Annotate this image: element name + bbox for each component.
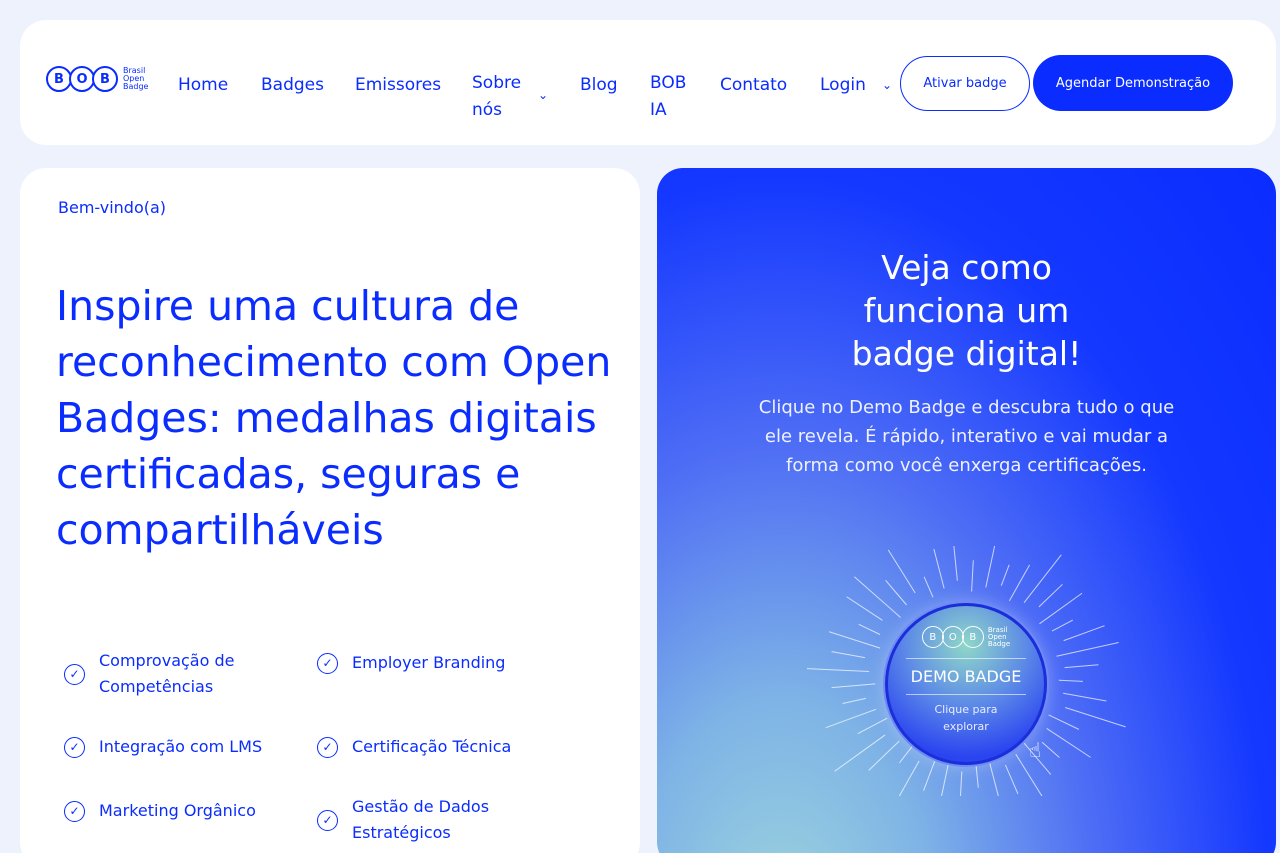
burst-ray <box>831 651 866 659</box>
burst-ray <box>971 560 974 592</box>
nav-badges[interactable]: Badges <box>261 72 324 99</box>
burst-ray <box>959 771 963 796</box>
burst-ray <box>1041 741 1060 758</box>
feature-item: ✓ Employer Branding <box>317 650 577 676</box>
burst-ray <box>807 668 870 672</box>
top-navbar: B O B Brasil Open Badge Home Badges Emis… <box>20 20 1276 145</box>
burst-ray <box>898 760 920 796</box>
burst-ray <box>923 576 934 598</box>
burst-ray <box>941 758 950 796</box>
nav-login[interactable]: Login <box>820 72 866 99</box>
feature-item: ✓ Integração com LMS <box>64 734 304 760</box>
hero-headline: Inspire uma cultura de reconhecimento co… <box>56 282 612 554</box>
feature-item: ✓ Gestão de Dados Estratégicos <box>317 794 517 846</box>
nav-emissores[interactable]: Emissores <box>355 72 441 99</box>
nav-sobre-nos[interactable]: Sobre nós <box>472 70 521 124</box>
burst-ray <box>985 546 996 588</box>
nav-home[interactable]: Home <box>178 72 228 99</box>
burst-ray <box>854 576 901 618</box>
burst-ray <box>831 683 876 689</box>
burst-ray <box>1004 764 1019 795</box>
burst-ray <box>899 744 914 764</box>
demo-badge[interactable]: B O B Brasil Open Badge DEMO BADGE Cliqu… <box>885 603 1047 765</box>
feature-item: ✓ Marketing Orgânico <box>64 798 304 824</box>
activate-badge-button[interactable]: Ativar badge <box>900 56 1030 111</box>
burst-ray <box>1056 642 1119 657</box>
badge-divider <box>906 658 1026 659</box>
burst-ray <box>1008 564 1031 602</box>
check-circle-icon: ✓ <box>317 809 338 831</box>
burst-ray <box>923 760 936 791</box>
brand-logo[interactable]: B O B Brasil Open Badge <box>46 66 148 92</box>
burst-ray <box>1051 619 1074 632</box>
schedule-demo-button[interactable]: Agendar Demonstração <box>1033 55 1233 111</box>
check-circle-icon: ✓ <box>64 663 85 685</box>
burst-ray <box>846 596 883 621</box>
burst-ray <box>887 549 916 594</box>
feature-item: ✓ Comprovação de Competências <box>64 648 274 700</box>
check-circle-icon: ✓ <box>64 800 85 822</box>
burst-ray <box>1065 707 1126 728</box>
burst-ray <box>1048 714 1080 730</box>
burst-ray <box>885 580 907 606</box>
demo-subtitle: Clique no Demo Badge e descubra tudo o q… <box>758 397 1175 476</box>
check-circle-icon: ✓ <box>317 736 338 758</box>
logo-letter-b2: B <box>92 66 118 92</box>
demo-card: Veja como funciona um badge digital! Cli… <box>657 168 1276 853</box>
badge-title: DEMO BADGE <box>910 667 1022 686</box>
burst-ray <box>933 548 945 589</box>
welcome-label: Bem-vindo(a) <box>58 198 167 217</box>
burst-ray <box>868 740 900 771</box>
burst-ray <box>834 734 886 772</box>
burst-ray <box>858 623 881 635</box>
badge-divider <box>906 694 1026 695</box>
nav-blog[interactable]: Blog <box>580 72 618 99</box>
burst-ray <box>857 717 888 735</box>
burst-ray <box>1000 564 1010 586</box>
burst-ray <box>1039 592 1083 625</box>
chevron-down-icon[interactable]: ⌄ <box>882 78 892 92</box>
burst-ray <box>1023 554 1062 603</box>
feature-item: ✓ Certificação Técnica <box>317 734 577 760</box>
logo-wordmark: Brasil Open Badge <box>123 66 149 91</box>
hand-pointer-icon: ☝ <box>1029 738 1042 762</box>
burst-ray <box>1038 583 1063 608</box>
nav-bob-ia[interactable]: BOB IA <box>650 70 686 124</box>
burst-ray <box>828 631 881 649</box>
burst-ray <box>1046 728 1091 758</box>
nav-contato[interactable]: Contato <box>720 72 787 99</box>
burst-ray <box>1064 664 1099 669</box>
burst-ray <box>953 546 958 581</box>
check-circle-icon: ✓ <box>64 736 85 758</box>
hero-card: Bem-vindo(a) Inspire uma cultura de reco… <box>20 168 640 853</box>
check-circle-icon: ✓ <box>317 652 338 674</box>
burst-ray <box>842 697 866 704</box>
burst-ray <box>825 708 877 729</box>
burst-ray <box>1063 692 1107 702</box>
burst-ray <box>975 765 979 788</box>
badge-cta: Clique para explorar <box>934 703 998 733</box>
badge-logo: B O B Brasil Open Badge <box>921 626 1010 648</box>
burst-ray <box>1058 679 1083 682</box>
demo-title: Veja como funciona um badge digital! <box>851 248 1082 373</box>
burst-ray <box>987 758 999 796</box>
chevron-down-icon[interactable]: ⌄ <box>538 88 548 102</box>
burst-ray <box>1063 625 1105 642</box>
